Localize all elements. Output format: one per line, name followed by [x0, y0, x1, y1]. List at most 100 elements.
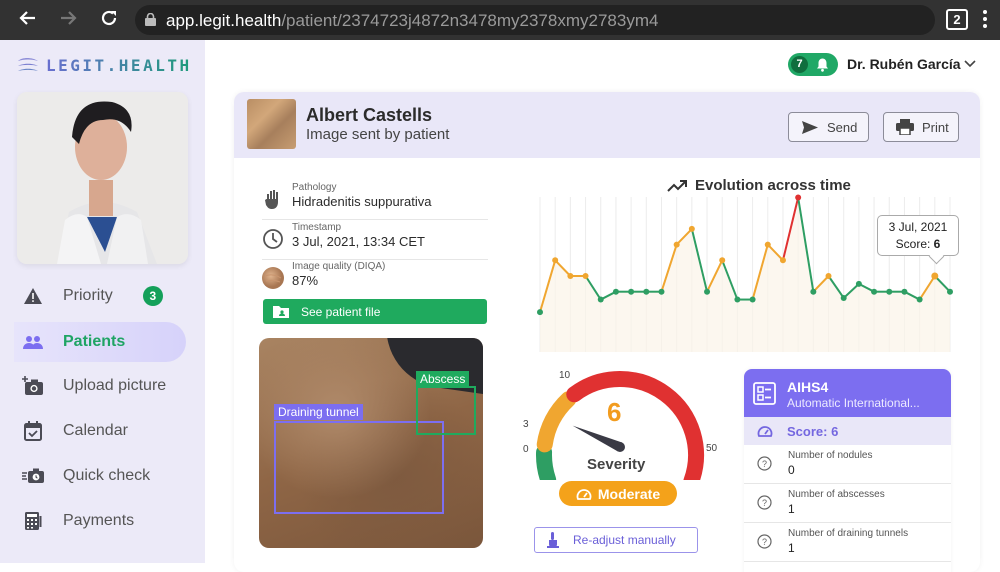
patient-image-thumbnail[interactable] [247, 99, 296, 149]
print-button[interactable]: Print [883, 112, 959, 142]
chart-point[interactable] [779, 257, 786, 264]
sidebar: LEGIT.HEALTH Priority 3 Patients Upload … [0, 40, 205, 563]
abscesses-value: 1 [788, 502, 795, 516]
help-icon[interactable]: ? [757, 534, 772, 549]
patient-header: Albert Castells Image sent by patient Se… [234, 92, 980, 158]
chart-point[interactable] [688, 225, 695, 232]
add-camera-icon [22, 375, 44, 397]
forward-arrow-icon[interactable] [56, 8, 80, 32]
chart-point[interactable] [764, 241, 771, 248]
send-button[interactable]: Send [788, 112, 869, 142]
aihs4-header[interactable]: AIHS4 Automatic International... [744, 369, 951, 417]
abscess-label: Abscess [416, 371, 470, 387]
sidebar-item-priority[interactable]: Priority 3 [14, 276, 186, 316]
image-quality-row: Image quality (DIQA) 87% [262, 261, 488, 299]
pathology-value: Hidradenitis suppurativa [292, 194, 432, 209]
chart-point[interactable] [643, 288, 650, 295]
tooltip-score: Score: 6 [878, 236, 958, 253]
gauge-tick-10: 10 [559, 370, 571, 381]
back-arrow-icon[interactable] [16, 8, 40, 32]
chart-point-selected[interactable] [931, 272, 939, 280]
sidebar-item-label: Patients [63, 333, 126, 350]
severity-level-badge: Moderate [559, 481, 677, 506]
tooltip-date: 3 Jul, 2021 [888, 220, 948, 234]
logo-mark-icon [18, 58, 38, 71]
aihs4-title: AIHS4 [787, 379, 829, 395]
chart-point[interactable] [916, 296, 923, 303]
timestamp-row: Timestamp 3 Jul, 2021, 13:34 CET [262, 222, 488, 260]
aihs4-row: ? Number of draining tunnels 1 [744, 523, 951, 562]
more-menu-icon[interactable] [982, 10, 988, 30]
bell-icon [817, 58, 828, 72]
chart-point[interactable] [612, 288, 619, 295]
chart-point[interactable] [704, 288, 711, 295]
severity-level-text: Moderate [597, 485, 661, 502]
chart-point[interactable] [901, 288, 908, 295]
gauge-needle [572, 425, 623, 452]
help-icon[interactable]: ? [757, 495, 772, 510]
severity-score-value: 6 [607, 397, 622, 427]
chart-point[interactable] [582, 273, 589, 279]
clinical-image[interactable]: Draining tunnel Abscess [259, 338, 483, 548]
url-path: /patient/2374723j4872n3478my2378xmy2783y… [281, 11, 659, 30]
tab-count-button[interactable]: 2 [946, 9, 968, 30]
sidebar-item-patients[interactable]: Patients [14, 322, 186, 362]
chart-point[interactable] [749, 296, 756, 303]
chart-point[interactable] [567, 273, 574, 279]
nodules-label: Number of nodules [788, 450, 873, 461]
reload-icon[interactable] [97, 8, 121, 32]
chart-point[interactable] [810, 288, 817, 295]
chart-point[interactable] [855, 280, 862, 287]
touch-hand-icon [547, 532, 559, 548]
address-bar[interactable]: app.legit.health/patient/2374723j4872n34… [135, 5, 935, 35]
chart-point[interactable] [658, 288, 665, 295]
sidebar-item-upload-picture[interactable]: Upload picture [14, 366, 186, 406]
abscess-box[interactable] [416, 386, 476, 435]
sidebar-item-label: Priority [63, 287, 113, 304]
trending-up-icon [667, 179, 687, 192]
chart-point[interactable] [597, 296, 604, 303]
sidebar-item-label: Calendar [63, 422, 128, 439]
chart-point[interactable] [871, 288, 878, 295]
sidebar-item-quick-check[interactable]: Quick check [14, 456, 186, 496]
chart-point[interactable] [886, 288, 893, 295]
chart-point[interactable] [628, 288, 635, 295]
patient-report-card: Albert Castells Image sent by patient Se… [234, 92, 980, 572]
brand-logo[interactable]: LEGIT.HEALTH [16, 54, 192, 76]
chart-point[interactable] [552, 257, 559, 264]
brand-name: LEGIT.HEALTH [46, 55, 192, 75]
aihs4-row: ? Number of abscesses 1 [744, 484, 951, 523]
fast-camera-icon [22, 465, 44, 487]
help-icon[interactable]: ? [757, 456, 772, 471]
aihs4-panel: AIHS4 Automatic International... Score: … [744, 369, 951, 572]
notification-count: 7 [791, 56, 808, 73]
chart-point[interactable] [947, 288, 953, 295]
priority-count-badge: 3 [142, 286, 163, 306]
chart-point[interactable] [719, 257, 726, 264]
chevron-down-icon[interactable] [964, 58, 976, 68]
chart-point[interactable] [537, 309, 543, 316]
print-label: Print [922, 119, 949, 135]
chart-point[interactable] [825, 273, 832, 279]
chart-point[interactable] [673, 241, 680, 248]
draining-tunnels-label: Number of draining tunnels [788, 528, 909, 539]
user-menu-name[interactable]: Dr. Rubén García [847, 56, 961, 72]
gauge-segment-mild [536, 444, 557, 480]
chart-point[interactable] [840, 294, 847, 301]
printer-icon [896, 119, 914, 135]
chart-point[interactable] [734, 296, 741, 303]
image-quality-value: 87% [292, 273, 319, 288]
see-patient-file-button[interactable]: See patient file [263, 299, 487, 324]
see-patient-file-label: See patient file [301, 304, 381, 319]
aihs4-subtitle: Automatic International... [787, 396, 920, 410]
readjust-manually-button[interactable]: Re-adjust manually [534, 527, 698, 553]
gauge-tick-3: 3 [523, 419, 529, 430]
tooltip-score-label: Score: [895, 237, 931, 251]
sidebar-item-payments[interactable]: Payments [14, 501, 186, 541]
notifications-button[interactable]: 7 [788, 53, 838, 76]
sidebar-item-calendar[interactable]: Calendar [14, 411, 186, 451]
readjust-label: Re-adjust manually [573, 533, 676, 547]
calendar-check-icon [22, 420, 44, 442]
nodules-value: 0 [788, 463, 795, 477]
chart-point[interactable] [795, 194, 802, 201]
